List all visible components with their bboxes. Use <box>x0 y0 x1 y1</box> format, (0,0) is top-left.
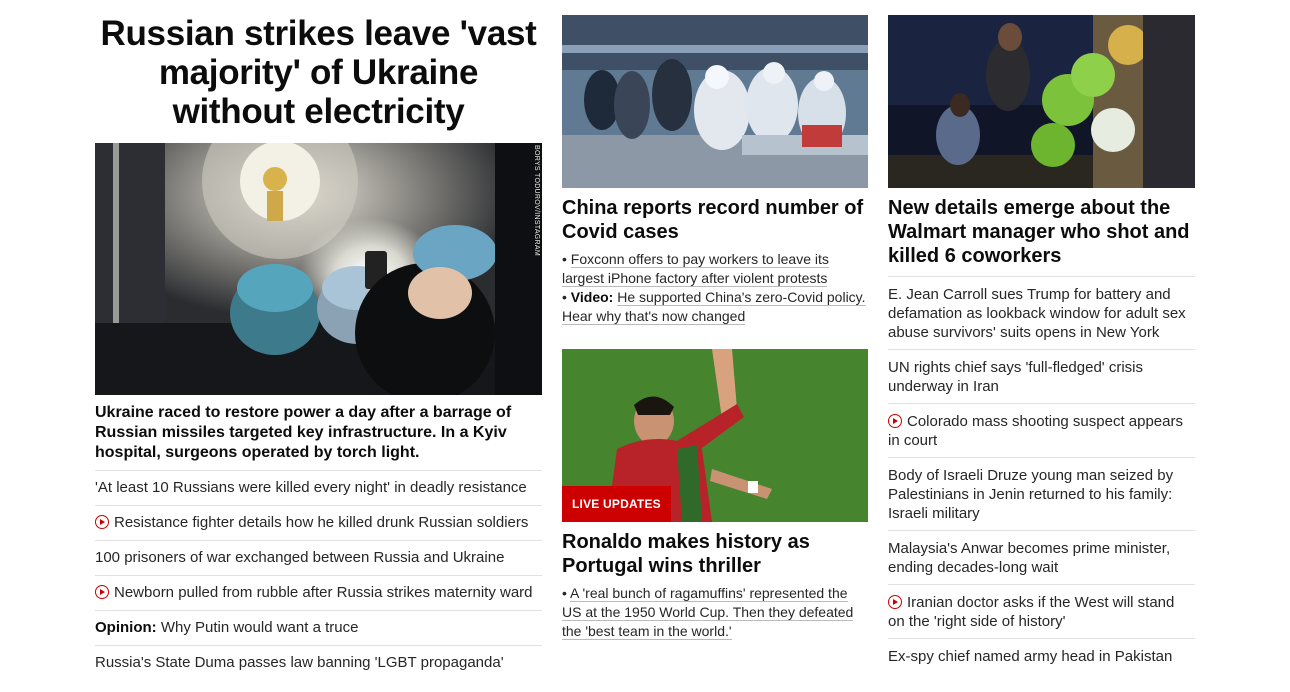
hero-lead-link[interactable]: Ukraine raced to restore power a day aft… <box>95 404 511 461</box>
hero-related-list: 'At least 10 Russians were killed every … <box>95 470 542 680</box>
china-title-link[interactable]: China reports record number of Covid cas… <box>562 197 863 243</box>
hero-lead: Ukraine raced to restore power a day aft… <box>95 403 542 463</box>
hero-headline: Russian strikes leave 'vast majority' of… <box>95 14 542 131</box>
related-story-link[interactable]: Iranian doctor asks if the West will sta… <box>888 594 1174 630</box>
bullet-item: • Foxconn offers to pay workers to leave… <box>562 251 829 287</box>
hero-column: Russian strikes leave 'vast majority' of… <box>95 0 542 680</box>
related-story-link[interactable]: Body of Israeli Druze young man seized b… <box>888 467 1173 522</box>
walmart-photo[interactable] <box>888 15 1195 188</box>
play-circle-icon <box>95 515 109 529</box>
related-story-link[interactable]: Malaysia's Anwar becomes prime minister,… <box>888 540 1170 576</box>
related-story-item: Body of Israeli Druze young man seized b… <box>888 457 1195 530</box>
bullet-item: • Video: He supported China's zero-Covid… <box>562 289 866 325</box>
related-story-item: 'At least 10 Russians were killed every … <box>95 470 542 505</box>
ronaldo-photo[interactable]: LIVE UPDATES <box>562 349 868 522</box>
related-story-link[interactable]: Newborn pulled from rubble after Russia … <box>114 584 533 601</box>
related-story-item: Newborn pulled from rubble after Russia … <box>95 575 542 610</box>
china-bullets: • Foxconn offers to pay workers to leave… <box>562 250 868 326</box>
related-story-item: 100 prisoners of war exchanged between R… <box>95 540 542 575</box>
related-story-link[interactable]: Russia's State Duma passes law banning '… <box>95 654 504 671</box>
hero-photo[interactable]: BORYS TODUROV/INSTAGRAM <box>95 143 542 395</box>
related-story-item: Ex-spy chief named army head in Pakistan <box>888 638 1195 673</box>
related-story-link[interactable]: 'At least 10 Russians were killed every … <box>95 479 527 496</box>
china-photo[interactable] <box>562 15 868 188</box>
play-circle-icon <box>888 414 902 428</box>
ronaldo-bullets: • A 'real bunch of ragamuffins' represen… <box>562 584 868 641</box>
middle-column: China reports record number of Covid cas… <box>562 0 868 641</box>
covid-testing-image <box>562 15 868 188</box>
related-story-item: UN rights chief says 'full-fledged' cris… <box>888 349 1195 403</box>
video-kicker: Video: <box>570 289 614 305</box>
hero-headline-link[interactable]: Russian strikes leave 'vast majority' of… <box>100 14 536 131</box>
related-story-item: E. Jean Carroll sues Trump for battery a… <box>888 276 1195 349</box>
bullet-item: • A 'real bunch of ragamuffins' represen… <box>562 585 854 640</box>
ronaldo-title: Ronaldo makes history as Portugal wins t… <box>562 530 868 578</box>
play-circle-icon <box>95 585 109 599</box>
related-story-item: Russia's State Duma passes law banning '… <box>95 645 542 680</box>
related-story-link[interactable]: Resistance fighter details how he killed… <box>114 514 528 531</box>
surgery-image <box>95 143 542 395</box>
play-circle-icon <box>888 595 902 609</box>
walmart-related-list: E. Jean Carroll sues Trump for battery a… <box>888 276 1195 673</box>
related-story-link[interactable]: E. Jean Carroll sues Trump for battery a… <box>888 286 1186 341</box>
related-story-item: Iranian doctor asks if the West will sta… <box>888 584 1195 638</box>
related-story-item: Colorado mass shooting suspect appears i… <box>888 403 1195 457</box>
related-story-link[interactable]: Why Putin would want a truce <box>161 619 359 636</box>
china-title: China reports record number of Covid cas… <box>562 196 868 244</box>
photo-credit: BORYS TODUROV/INSTAGRAM <box>533 145 540 257</box>
walmart-title-link[interactable]: New details emerge about the Walmart man… <box>888 197 1190 267</box>
ragamuffins-link[interactable]: A 'real bunch of ragamuffins' represente… <box>562 585 854 640</box>
story-kicker: Opinion: <box>95 619 157 636</box>
related-story-link[interactable]: UN rights chief says 'full-fledged' cris… <box>888 359 1143 395</box>
related-story-item: Malaysia's Anwar becomes prime minister,… <box>888 530 1195 584</box>
related-story-item: Opinion: Why Putin would want a truce <box>95 610 542 645</box>
ronaldo-title-link[interactable]: Ronaldo makes history as Portugal wins t… <box>562 531 810 577</box>
related-story-link[interactable]: Colorado mass shooting suspect appears i… <box>888 413 1183 449</box>
walmart-title: New details emerge about the Walmart man… <box>888 196 1195 268</box>
vigil-image <box>888 15 1195 188</box>
live-updates-badge: LIVE UPDATES <box>562 486 671 522</box>
related-story-link[interactable]: 100 prisoners of war exchanged between R… <box>95 549 504 566</box>
related-story-item: Resistance fighter details how he killed… <box>95 505 542 540</box>
related-story-link[interactable]: Ex-spy chief named army head in Pakistan <box>888 648 1172 665</box>
right-column: New details emerge about the Walmart man… <box>888 0 1195 673</box>
foxconn-link[interactable]: Foxconn offers to pay workers to leave i… <box>562 251 829 287</box>
